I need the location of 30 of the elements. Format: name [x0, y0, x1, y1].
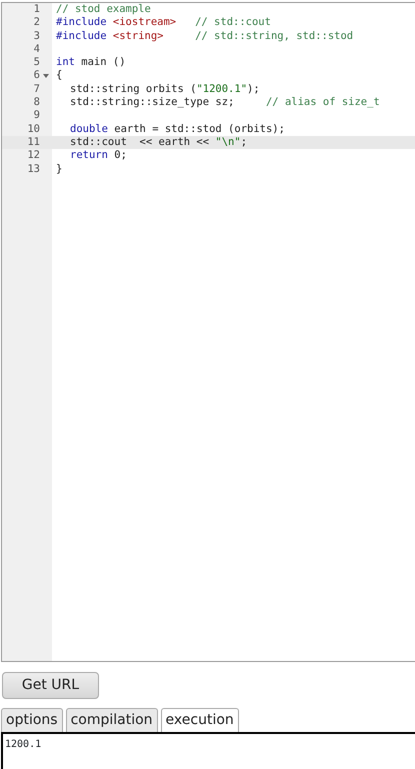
line-number: 7: [32, 82, 40, 96]
code-line: {: [55, 69, 62, 83]
code-line: double earth = std::stod (orbits);: [69, 122, 285, 136]
line-number: 11: [26, 136, 40, 150]
get-url-button[interactable]: Get URL: [2, 672, 99, 699]
fold-caret-icon[interactable]: [43, 74, 49, 78]
tab[interactable]: compilation: [66, 708, 158, 732]
line-number: 6: [32, 69, 40, 83]
line-number: 13: [26, 162, 40, 176]
code-line: return 0;: [69, 149, 127, 163]
line-number: 10: [26, 122, 40, 136]
line-number: 2: [32, 16, 40, 30]
code-line: #include <iostream> // std::cout: [55, 16, 271, 30]
line-number: 4: [32, 42, 40, 56]
output-text: 1200.1: [5, 739, 42, 750]
code-line: std::string::size_type sz; // alias of size_t: [69, 96, 380, 110]
code-line: #include <string> // std::string, std::stod: [55, 30, 354, 43]
line-number: 12: [26, 149, 40, 163]
tab[interactable]: execution: [160, 708, 239, 732]
code-line: std::string orbits ("1200.1");: [69, 82, 260, 96]
line-number: 8: [32, 96, 40, 110]
code-line: // stod example: [55, 3, 151, 16]
line-number: 1: [32, 3, 40, 16]
tab[interactable]: options: [1, 708, 63, 732]
line-number: 5: [32, 56, 40, 70]
line-number: 3: [32, 30, 40, 43]
code-line: std::cout << earth << "\n";: [69, 136, 248, 150]
line-number: 9: [32, 109, 40, 123]
code-line: int main (): [55, 56, 126, 70]
code-line: }: [55, 162, 62, 176]
